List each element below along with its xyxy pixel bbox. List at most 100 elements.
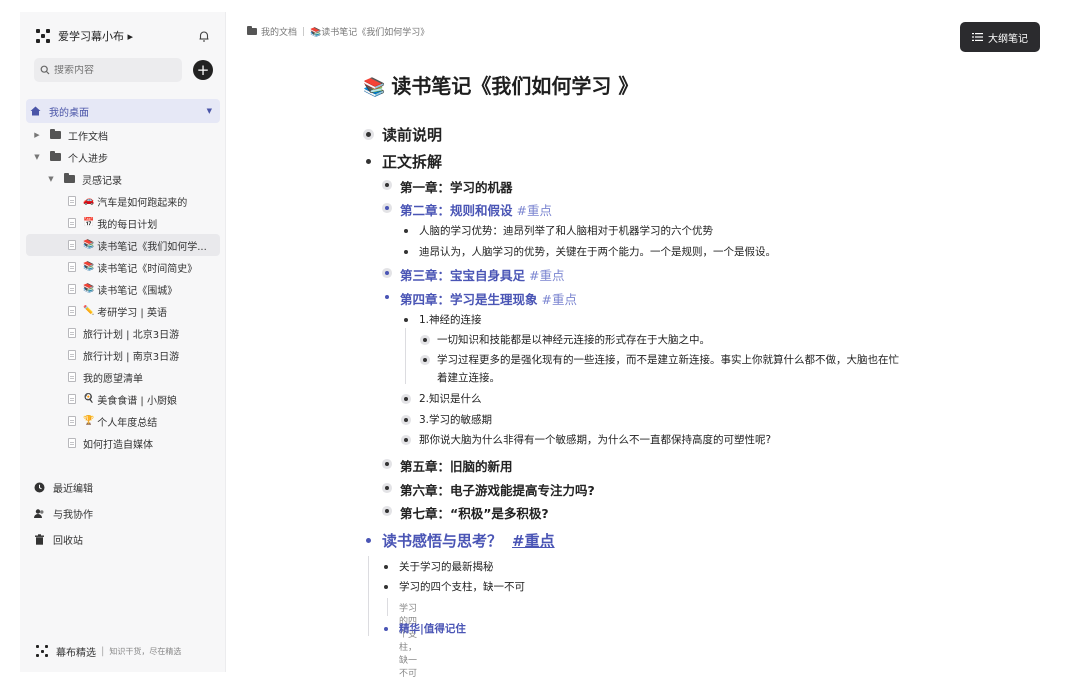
sidebar-item-doc[interactable]: 🏆 个人年度总结	[26, 410, 220, 432]
outline-node[interactable]: 第七章：“积极”是多积极?	[384, 503, 549, 522]
outline-note-button[interactable]: 大纲笔记	[960, 22, 1040, 52]
search-box[interactable]	[34, 58, 182, 82]
outline-node[interactable]: 第三章：宝宝自身具足 #重点	[384, 265, 565, 284]
search-icon	[40, 65, 50, 75]
bell-icon[interactable]	[197, 29, 211, 43]
sidebar-footer[interactable]: 幕布精选 | 知识干货，尽在精选	[36, 642, 181, 660]
bullet-icon[interactable]	[404, 318, 408, 322]
outline-node[interactable]: 2.知识是什么	[404, 391, 482, 406]
bullet-collapsed-icon[interactable]	[404, 438, 408, 442]
sidebar-item-label: 工作文档	[68, 131, 108, 143]
document-icon	[68, 284, 76, 294]
outline-node[interactable]: 读前说明	[365, 124, 442, 145]
sidebar-item-doc[interactable]: 旅行计划 | 南京3日游	[26, 344, 220, 366]
sidebar-item-folder[interactable]: ▼ 灵感记录	[26, 168, 220, 190]
sidebar-item-doc-selected[interactable]: 📚 读书笔记《我们如何学...	[26, 234, 220, 256]
sidebar-item-doc[interactable]: 旅行计划 | 北京3日游	[26, 322, 220, 344]
outline-node[interactable]: 第一章：学习的机器	[384, 177, 513, 196]
sidebar-item-doc[interactable]: 🚗 汽车是如何跑起来的	[26, 190, 220, 212]
page-title[interactable]: 📚 读书笔记《我们如何学习 》	[363, 70, 638, 99]
node-text: 关于学习的最新揭秘	[399, 561, 494, 573]
bullet-collapsed-icon[interactable]	[385, 206, 389, 210]
outline-node-continued[interactable]: 着建立连接。	[437, 370, 500, 385]
tag-important[interactable]: #重点	[517, 200, 552, 219]
sidebar-item-label: 读书笔记《时间简史》	[97, 263, 198, 275]
bullet-icon[interactable]	[404, 229, 408, 233]
sidebar: 爱学习幕小布 ▸ + 我的桌面	[20, 12, 226, 672]
chevron-right-icon[interactable]: ▶	[32, 131, 42, 139]
sidebar-item-doc[interactable]: ✏️ 考研学习 | 英语	[26, 300, 220, 322]
chevron-down-icon[interactable]: ▼	[207, 107, 212, 115]
bullet-collapsed-icon[interactable]	[385, 462, 389, 466]
sidebar-item-doc[interactable]: 📚 读书笔记《围城》	[26, 278, 220, 300]
outline-node[interactable]: 第五章：旧脑的新用	[384, 456, 513, 475]
node-note[interactable]: 学习的四个支柱，缺一不可	[399, 601, 417, 679]
outline-node[interactable]: 读书感悟与思考？ #重点	[365, 530, 555, 551]
outline-node[interactable]: 精华|值得记住	[384, 621, 466, 636]
sidebar-item-doc[interactable]: 📚 读书笔记《时间简史》	[26, 256, 220, 278]
node-text: 学习过程更多的是强化现有的一些连接，而不是建立新连接。事实上你就算什么都不做，大…	[437, 354, 899, 366]
outline-node[interactable]: 3.学习的敏感期	[404, 412, 492, 427]
bullet-collapsed-icon[interactable]	[385, 183, 389, 187]
outline-node[interactable]: 学习的四个支柱，缺一不可	[384, 579, 525, 594]
sidebar-item-trash[interactable]: 回收站	[34, 526, 214, 552]
bullet-icon[interactable]	[366, 159, 371, 164]
document-icon	[68, 240, 76, 250]
bullet-collapsed-icon[interactable]	[404, 418, 408, 422]
sidebar-item-doc[interactable]: 📅 我的每日计划	[26, 212, 220, 234]
outline-node[interactable]: 一切知识和技能都是以神经元连接的形式存在于大脑之中。	[423, 332, 710, 347]
outline-node[interactable]: 迪昂认为，人脑学习的优势，关键在于两个能力。一个是规则，一个是假设。	[404, 244, 776, 259]
outline-node[interactable]: 正文拆解	[365, 151, 442, 172]
bullet-collapsed-icon[interactable]	[385, 271, 389, 275]
bullet-collapsed-icon[interactable]	[423, 358, 427, 362]
outline-node[interactable]: 那你说大脑为什么非得有一个敏感期，为什么不一直都保持高度的可塑性呢?	[404, 432, 771, 447]
tag-important[interactable]: #重点	[529, 265, 564, 284]
outline-node[interactable]: 第六章：电子游戏能提高专注力吗?	[384, 480, 595, 499]
search-input[interactable]	[54, 64, 174, 76]
item-emoji: 📚	[83, 284, 95, 294]
outline-node[interactable]: 关于学习的最新揭秘	[384, 559, 494, 574]
sidebar-item-recent[interactable]: 最近编辑	[34, 474, 214, 500]
outline-node[interactable]: 第二章：规则和假设 #重点	[384, 200, 552, 219]
sidebar-item-collab[interactable]: 与我协作	[34, 500, 214, 526]
sidebar-item-label: 最近编辑	[53, 483, 93, 495]
outline-node[interactable]: 人脑的学习优势：迪昂列举了和人脑相对于机器学习的六个优势	[404, 223, 713, 238]
node-text: 1.神经的连接	[419, 314, 482, 326]
add-button[interactable]: +	[193, 60, 213, 80]
outline-node[interactable]: 第四章：学习是生理现象 #重点	[384, 289, 577, 308]
sidebar-item-doc[interactable]: 如何打造自媒体	[26, 432, 220, 454]
sidebar-item-label: 回收站	[53, 535, 83, 547]
node-text: 学习的四个支柱，缺一不可	[399, 581, 525, 593]
bullet-icon[interactable]	[384, 585, 388, 589]
workspace-name[interactable]: 爱学习幕小布 ▸	[58, 28, 197, 44]
bullet-icon[interactable]	[366, 538, 371, 543]
bullet-icon[interactable]	[385, 295, 389, 299]
sidebar-item-folder[interactable]: ▶ 工作文档	[26, 124, 220, 146]
tag-important[interactable]: #重点	[542, 289, 577, 308]
workspace-header[interactable]: 爱学习幕小布 ▸	[36, 26, 211, 46]
sidebar-item-label: 个人年度总结	[97, 417, 158, 429]
bullet-collapsed-icon[interactable]	[385, 509, 389, 513]
sidebar-item-label: 读书笔记《围城》	[97, 285, 178, 297]
tag-important[interactable]: #重点	[512, 530, 555, 551]
sidebar-item-folder[interactable]: ▼ 个人进步	[26, 146, 220, 168]
outline-node[interactable]: 1.神经的连接	[404, 312, 482, 327]
chevron-down-icon[interactable]: ▼	[46, 175, 56, 183]
bullet-icon[interactable]	[384, 627, 388, 631]
sidebar-item-doc[interactable]: 我的愿望清单	[26, 366, 220, 388]
bullet-icon[interactable]	[404, 250, 408, 254]
bullet-collapsed-icon[interactable]	[404, 397, 408, 401]
bullet-icon[interactable]	[384, 565, 388, 569]
breadcrumb-root[interactable]: 我的文档	[261, 25, 297, 38]
bullet-collapsed-icon[interactable]	[366, 132, 371, 137]
outline-node[interactable]: 学习过程更多的是强化现有的一些连接，而不是建立新连接。事实上你就算什么都不做，大…	[423, 352, 899, 367]
sidebar-item-doc[interactable]: 🍳 美食食谱 | 小厨娘	[26, 388, 220, 410]
chevron-down-icon[interactable]: ▼	[32, 153, 42, 161]
folder-icon	[50, 129, 61, 139]
sidebar-item-desk[interactable]: 我的桌面 ▼	[26, 99, 220, 123]
node-text: 第一章：学习的机器	[400, 180, 513, 195]
sidebar-item-label: 旅行计划 | 北京3日游	[83, 329, 180, 341]
mubu-logo-icon	[36, 29, 50, 43]
bullet-collapsed-icon[interactable]	[423, 338, 427, 342]
bullet-collapsed-icon[interactable]	[385, 486, 389, 490]
